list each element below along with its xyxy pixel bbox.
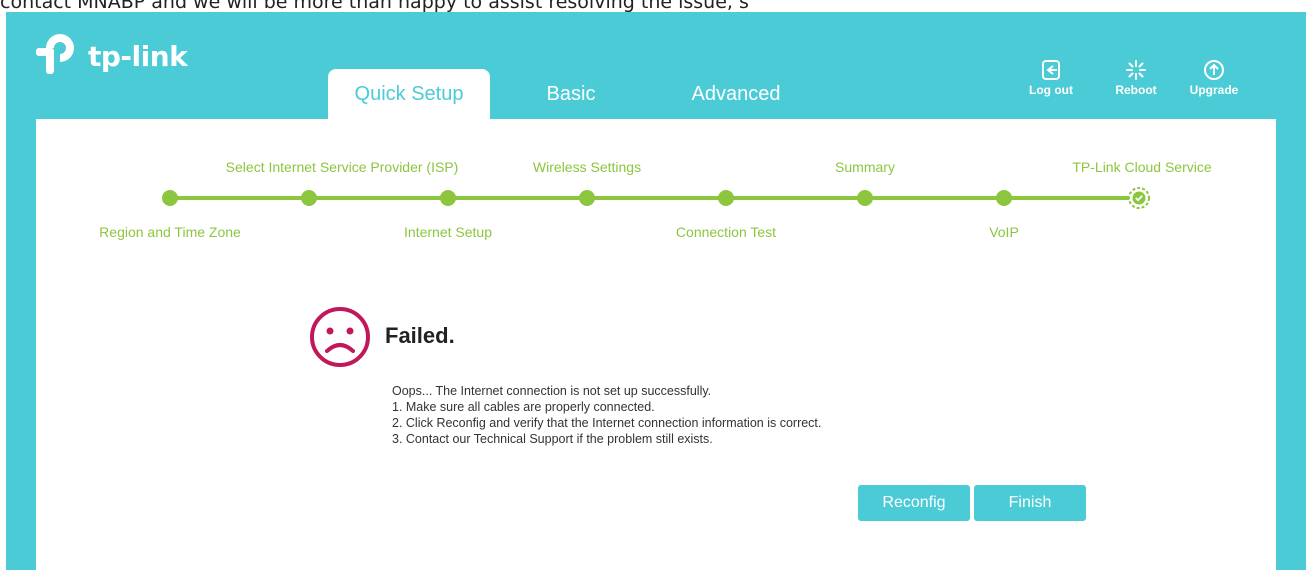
step-dot-wireless[interactable] [579,190,595,206]
step-label-region: Region and Time Zone [99,224,241,240]
tab-advanced[interactable]: Advanced [666,69,806,119]
step-label-internet: Internet Setup [404,224,492,240]
tp-link-logo-icon [36,34,74,74]
logout-button[interactable]: Log out [1021,59,1081,97]
step-dot-cloud[interactable] [1128,187,1150,209]
upgrade-label: Upgrade [1189,83,1239,97]
reboot-icon [1126,60,1146,80]
reboot-button[interactable]: Reboot [1106,59,1166,97]
step-label-connection: Connection Test [675,224,777,240]
router-ui: tp-link Quick Setup Basic Advanced Log o… [6,12,1306,570]
upgrade-icon [1204,60,1224,80]
step-dot-internet[interactable] [440,190,456,206]
step-label-wireless: Wireless Settings [532,159,642,175]
result-line: 1. Make sure all cables are properly con… [392,400,655,414]
finish-button[interactable]: Finish [974,485,1086,521]
tab-basic[interactable]: Basic [506,69,636,119]
upgrade-button[interactable]: Upgrade [1184,59,1244,97]
step-dot-connection[interactable] [718,190,734,206]
step-label-voip: VoIP [989,224,1019,240]
result-line: 3. Contact our Technical Support if the … [392,432,713,446]
logout-label: Log out [1029,83,1073,97]
result-title: Failed. [385,323,455,348]
result-line: 2. Click Reconfig and verify that the In… [392,416,822,430]
page-caption: contact MNABP and we will be more than h… [0,0,749,12]
step-dot-summary[interactable] [857,190,873,206]
check-circle-icon [1128,187,1150,209]
step-dot-region[interactable] [162,190,178,206]
step-dot-isp[interactable] [301,190,317,206]
result-message: Oops... The Internet connection is not s… [392,383,821,447]
sad-face-icon [308,305,372,374]
result-line: Oops... The Internet connection is not s… [392,384,712,398]
brand-name: tp-link [88,39,188,73]
reconfig-button[interactable]: Reconfig [858,485,970,521]
step-label-isp: Select Internet Service Provider (ISP) [225,159,459,175]
tab-quick-setup[interactable]: Quick Setup [328,69,490,120]
tp-link-logo: tp-link [36,34,188,76]
step-label-summary: Summary [835,159,895,175]
step-label-cloud: TP-Link Cloud Service [1072,159,1212,175]
reboot-label: Reboot [1115,83,1157,97]
step-dot-voip[interactable] [996,190,1012,206]
quick-setup-panel: Select Internet Service Provider (ISP) W… [36,119,1276,570]
logout-icon [1042,60,1060,80]
